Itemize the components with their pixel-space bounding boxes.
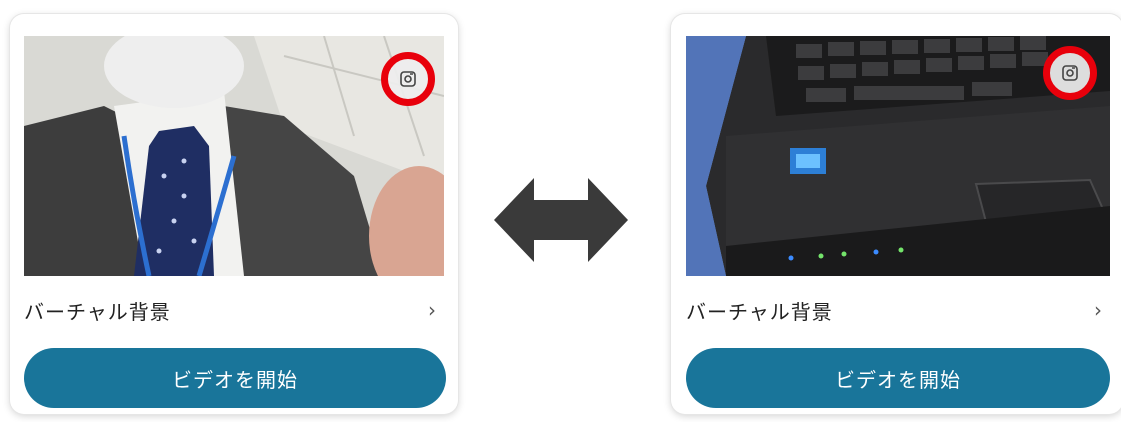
- virtual-background-row[interactable]: バーチャル背景 ›: [24, 294, 444, 326]
- double-arrow-icon: [494, 178, 628, 262]
- start-video-label: ビデオを開始: [835, 367, 961, 392]
- start-video-button[interactable]: ビデオを開始: [24, 348, 446, 408]
- virtual-background-label: バーチャル背景: [24, 299, 171, 324]
- camera-switch-button[interactable]: [381, 52, 435, 106]
- chevron-right-icon: ›: [1094, 298, 1102, 322]
- camera-switch-icon: [1062, 65, 1078, 81]
- video-preview-card-front: バーチャル背景 › ビデオを開始: [10, 14, 458, 414]
- virtual-background-label: バーチャル背景: [686, 299, 833, 324]
- chevron-right-icon: ›: [428, 298, 436, 322]
- comparison-stage: バーチャル背景 › ビデオを開始 バーチャル背景 › ビデオを開始: [0, 0, 1121, 422]
- camera-switch-icon: [400, 71, 416, 87]
- start-video-button[interactable]: ビデオを開始: [686, 348, 1110, 408]
- start-video-label: ビデオを開始: [172, 367, 298, 392]
- camera-switch-button[interactable]: [1043, 46, 1097, 100]
- video-preview-card-rear: バーチャル背景 › ビデオを開始: [671, 14, 1121, 414]
- virtual-background-row[interactable]: バーチャル背景 ›: [686, 294, 1110, 326]
